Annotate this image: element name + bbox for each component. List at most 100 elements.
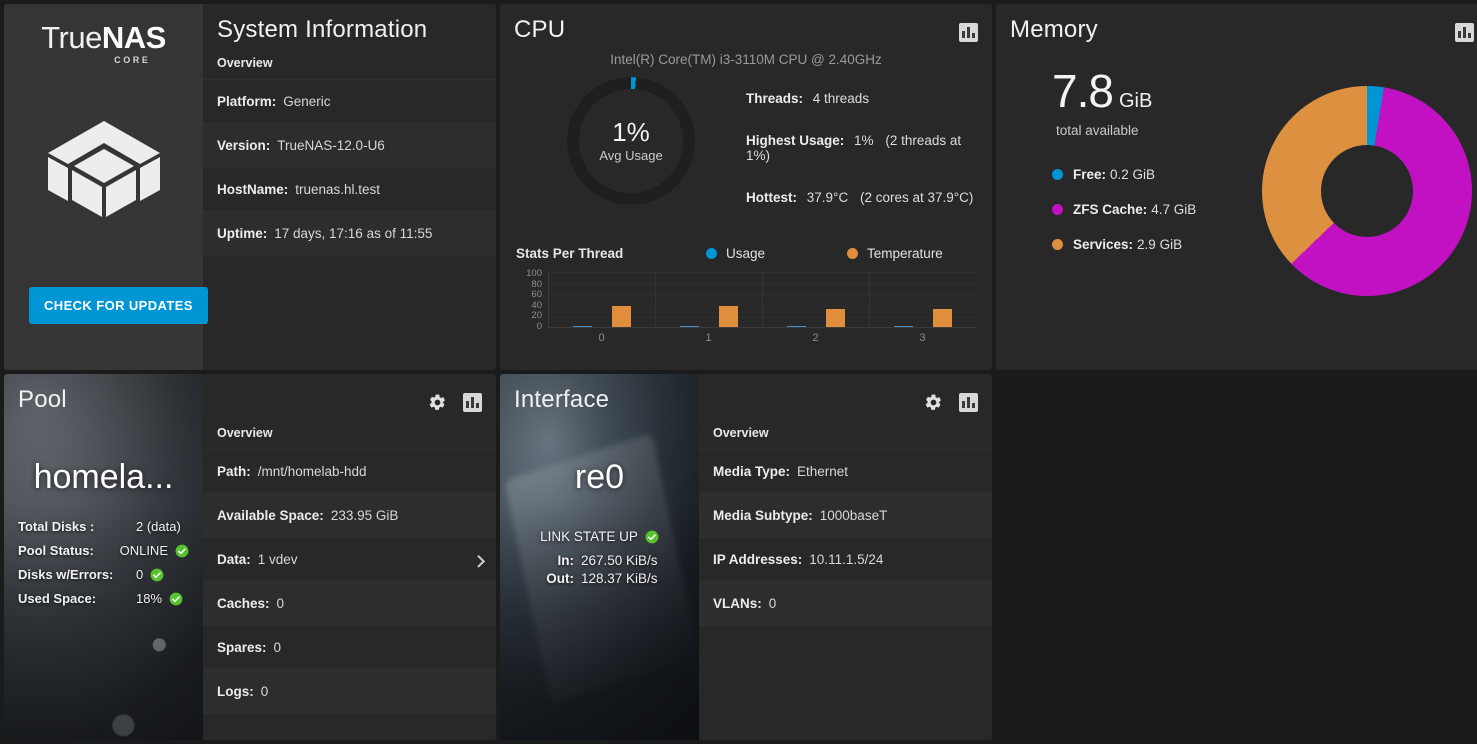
cpu-stat-threads-key: Threads: — [746, 91, 804, 106]
cpu-title: CPU — [514, 16, 566, 43]
sysinfo-key-uptime: Uptime: — [217, 226, 268, 241]
interface-row-filler — [699, 625, 992, 669]
pool-stat-disks-with-errors-key: Disks w/Errors: — [18, 567, 114, 582]
chevron-right-icon[interactable] — [472, 554, 486, 568]
xtick-3: 3 — [919, 332, 926, 344]
cpu-chart-xaxis: 0 1 2 3 — [548, 332, 976, 344]
cpu-avg-usage-gauge: 1% Avg Usage — [567, 77, 695, 205]
cpu-model-label: Intel(R) Core(TM) i3-3110M CPU @ 2.40GHz — [610, 52, 882, 67]
status-ok-check-icon — [645, 530, 659, 544]
memory-total-value: 7.8 — [1052, 65, 1114, 117]
bar-chart-icon[interactable] — [463, 393, 482, 412]
cpu-legend-temperature: Temperature — [847, 246, 943, 261]
brand-edition: CORE — [114, 55, 151, 65]
interface-io-in-key: In: — [557, 553, 575, 568]
interface-card: Interface re0 LINK STATE UP In: 267.50 K… — [500, 374, 992, 740]
bar-temperature-thread-0 — [612, 305, 631, 327]
legend-label-temperature: Temperature — [867, 246, 943, 261]
pool-row-spares-key: Spares: — [217, 640, 267, 655]
pool-stat-used-space: Used Space: 18% — [18, 591, 189, 606]
check-for-updates-button[interactable]: CHECK FOR UPDATES — [29, 287, 208, 324]
cpu-stat-list: Threads: 4 threads Highest Usage: 1% (2 … — [746, 77, 976, 232]
pool-stat-used-space-value: 18% — [136, 591, 163, 606]
cpu-stat-hottest-key: Hottest: — [746, 190, 797, 205]
cpu-stats-per-thread-chart: 100 80 60 40 20 0 0 1 2 3 — [516, 269, 976, 359]
memory-legend-zfs-cache-value: 4.7 GiB — [1151, 202, 1197, 217]
pool-image-pane: Pool homela... Total Disks : 2 (data) Po… — [4, 374, 203, 740]
bar-chart-icon[interactable] — [959, 23, 978, 42]
interface-row-media-type-key: Media Type: — [713, 464, 791, 479]
pool-row-data-key: Data: — [217, 552, 251, 567]
legend-dot-temperature — [847, 248, 859, 259]
pool-stat-status-key: Pool Status: — [18, 543, 94, 558]
interface-link-state: LINK STATE UP — [540, 529, 659, 544]
sysinfo-value-platform: Generic — [283, 94, 331, 109]
bar-usage-thread-1 — [680, 325, 699, 327]
interface-io-out-value: 128.37 KiB/s — [581, 571, 658, 586]
interface-row-media-type: Media Type: Ethernet — [699, 449, 992, 493]
ytick-100: 100 — [526, 268, 542, 279]
memory-total-unit: GiB — [1118, 90, 1153, 112]
interface-row-vlans-value: 0 — [768, 596, 777, 611]
pool-details: Overview Path: /mnt/homelab-hdd Availabl… — [203, 374, 496, 740]
sysinfo-row-filler — [203, 255, 496, 299]
sysinfo-key-platform: Platform: — [217, 94, 277, 109]
status-ok-check-icon — [150, 568, 164, 582]
cpu-summary: 1% Avg Usage Threads: 4 threads Highest … — [500, 77, 992, 232]
pool-row-logs-value: 0 — [260, 684, 269, 699]
interface-io-in-value: 267.50 KiB/s — [581, 553, 658, 568]
pool-row-spares: Spares: 0 — [203, 625, 496, 669]
interface-io-out: Out: 128.37 KiB/s — [500, 571, 677, 586]
memory-donut-hole — [1321, 145, 1413, 237]
memory-legend: Free: 0.2 GiB ZFS Cache: 4.7 GiB Service… — [1052, 167, 1246, 252]
pool-row-caches-key: Caches: — [217, 596, 270, 611]
sysinfo-value-version: TrueNAS-12.0-U6 — [277, 138, 385, 153]
memory-legend-free: Free: 0.2 GiB — [1052, 167, 1246, 182]
interface-row-media-type-value: Ethernet — [797, 464, 849, 479]
sysinfo-row-platform: Platform: Generic — [203, 79, 496, 123]
bar-usage-thread-3 — [894, 325, 913, 327]
pool-stat-total-disks: Total Disks : 2 (data) — [18, 519, 189, 534]
system-information-card: TrueNAS CORE CHECK FOR UPDATES System In… — [4, 4, 496, 370]
sysinfo-row-uptime: Uptime: 17 days, 17:16 as of 11:55 — [203, 211, 496, 255]
sysinfo-value-uptime: 17 days, 17:16 as of 11:55 — [274, 226, 433, 241]
memory-title: Memory — [1010, 16, 1098, 43]
legend-dot-services — [1052, 239, 1063, 250]
interface-row-media-subtype-value: 1000baseT — [819, 508, 888, 523]
cpu-gauge-wrap: 1% Avg Usage — [516, 77, 746, 232]
interface-row-ip-addresses-key: IP Addresses: — [713, 552, 803, 567]
thread-column-1 — [656, 272, 763, 327]
interface-overview-label: Overview — [713, 426, 769, 440]
pool-stat-status: Pool Status: ONLINE — [18, 543, 189, 558]
bar-temperature-thread-2 — [826, 308, 845, 327]
interface-row-vlans-key: VLANs: — [713, 596, 762, 611]
pool-stat-list: Total Disks : 2 (data) Pool Status: ONLI… — [4, 519, 203, 615]
bar-chart-icon[interactable] — [1455, 23, 1474, 42]
pool-stat-used-space-key: Used Space: — [18, 591, 97, 606]
cpu-stat-highest-usage-value: 1% — [854, 133, 874, 148]
xtick-0: 0 — [598, 332, 605, 344]
legend-label-usage: Usage — [726, 246, 766, 261]
pool-row-spares-value: 0 — [273, 640, 282, 655]
gear-icon[interactable] — [428, 393, 447, 412]
cpu-chart-plot — [548, 272, 976, 328]
truenas-brand-pane: TrueNAS CORE CHECK FOR UPDATES — [4, 4, 208, 370]
gear-icon[interactable] — [924, 393, 943, 412]
interface-link-state-label: LINK STATE UP — [540, 529, 638, 544]
pool-row-available-space-key: Available Space: — [217, 508, 324, 523]
memory-donut-wrap — [1246, 64, 1477, 370]
legend-dot-usage — [706, 248, 717, 259]
pool-row-logs: Logs: 0 — [203, 669, 496, 713]
memory-total-caption: total available — [1056, 123, 1139, 138]
memory-legend-zfs-cache-key: ZFS Cache: — [1073, 202, 1148, 217]
pool-row-data[interactable]: Data: 1 vdev — [203, 537, 496, 581]
cpu-legend-usage: Usage — [706, 246, 765, 261]
interface-row-ip-addresses-value: 10.11.1.5/24 — [809, 552, 884, 567]
memory-legend-free-key: Free: — [1073, 167, 1107, 182]
interface-row-vlans: VLANs: 0 — [699, 581, 992, 625]
thread-column-3 — [870, 272, 976, 327]
thread-column-2 — [763, 272, 870, 327]
bar-chart-icon[interactable] — [959, 393, 978, 412]
system-information-details: System Information Overview Platform: Ge… — [203, 4, 496, 370]
pool-stat-status-value: ONLINE — [119, 543, 168, 558]
